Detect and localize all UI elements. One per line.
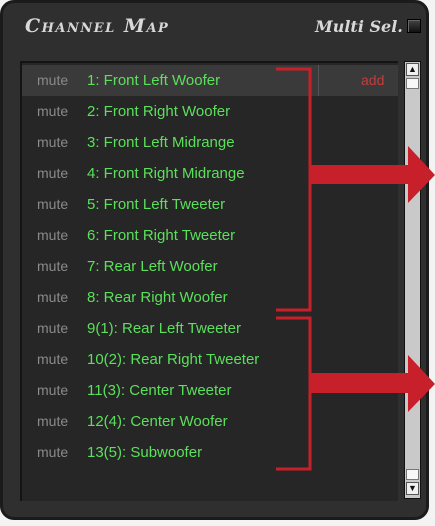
- annotation-arrow-bottom: [311, 355, 435, 412]
- annotation-bracket-top: [276, 67, 312, 312]
- annotation-bracket-bottom: [276, 316, 312, 471]
- annotation-overlay: [276, 67, 435, 471]
- annotation-arrow-top: [311, 146, 435, 203]
